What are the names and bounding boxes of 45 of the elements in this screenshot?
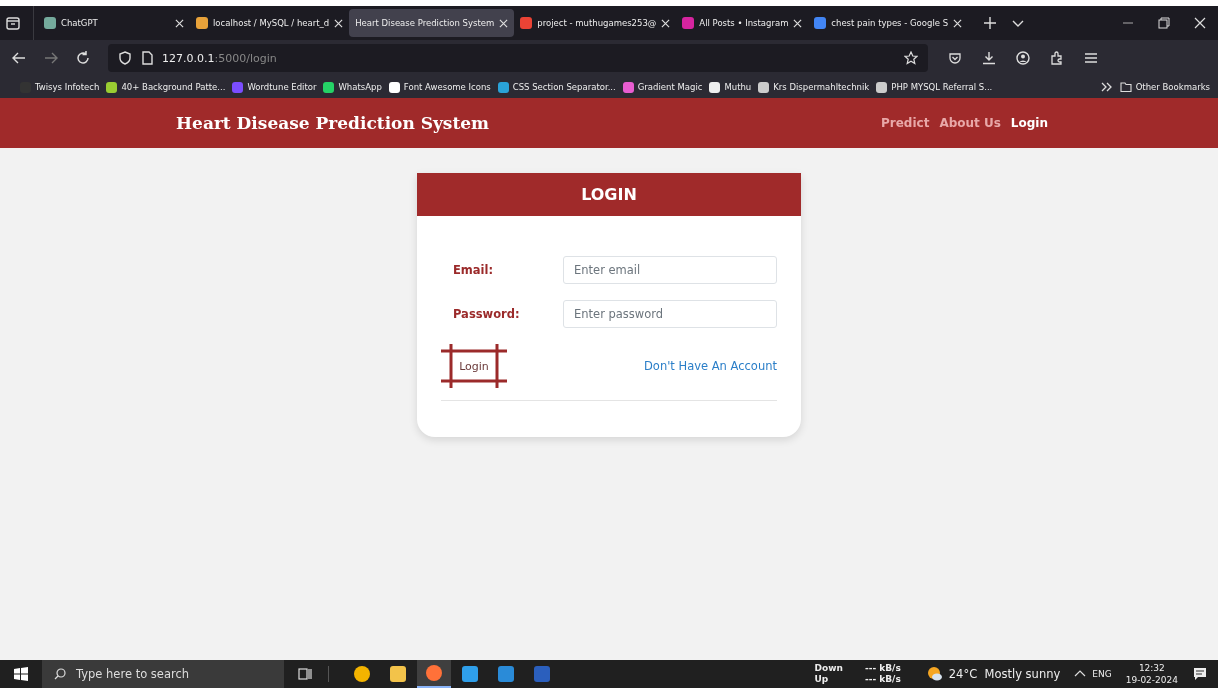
tab-title: project - muthugames253@ bbox=[537, 18, 657, 28]
bookmark-item[interactable]: Gradient Magic bbox=[622, 81, 703, 93]
browser-tab[interactable]: project - muthugames253@ bbox=[514, 9, 677, 37]
bookmark-item[interactable]: Wordtune Editor bbox=[232, 81, 317, 93]
tab-title: chest pain types - Google S bbox=[831, 18, 949, 28]
browser-tab[interactable]: localhost / MySQL / heart_d bbox=[190, 9, 350, 37]
browser-tab[interactable]: All Posts • Instagram bbox=[676, 9, 809, 37]
tab-title: ChatGPT bbox=[61, 18, 99, 28]
password-label: Password: bbox=[452, 307, 521, 321]
bookmark-item[interactable]: PHP MYSQL Referral S... bbox=[876, 81, 993, 93]
bookmark-item[interactable]: 40+ Background Patte... bbox=[106, 81, 226, 93]
language-indicator[interactable]: ENG bbox=[1092, 669, 1112, 679]
taskbar-search-field[interactable]: Type here to search bbox=[42, 660, 284, 688]
nav-link[interactable]: Login bbox=[1010, 116, 1048, 130]
clock-date[interactable]: 19-02-2024 bbox=[1125, 674, 1178, 686]
url-text: 127.0.0.1:5000/login bbox=[162, 51, 277, 65]
password-field[interactable]: Enter password bbox=[563, 300, 777, 328]
net-down-label: Down bbox=[814, 663, 843, 674]
tab-title: Heart Disease Prediction System bbox=[355, 18, 495, 28]
tab-title: localhost / MySQL / heart_d bbox=[213, 18, 330, 28]
bookmark-item[interactable]: CSS Section Separator... bbox=[497, 81, 616, 93]
nav-link[interactable]: Predict bbox=[881, 116, 930, 130]
weather-text[interactable]: 24°C Mostly sunny bbox=[948, 667, 1061, 681]
bookmark-item[interactable]: WhatsApp bbox=[323, 81, 382, 93]
browser-tab[interactable]: Heart Disease Prediction System bbox=[349, 9, 515, 37]
net-up-speed: --- kB/s bbox=[864, 674, 901, 685]
site-brand[interactable]: Heart Disease Prediction System bbox=[176, 113, 490, 133]
browser-tab[interactable]: ChatGPT bbox=[38, 9, 190, 37]
net-down-speed: --- kB/s bbox=[864, 663, 901, 674]
bookmark-item[interactable]: Font Awesome Icons bbox=[388, 81, 491, 93]
clock-time[interactable]: 12:32 bbox=[1138, 662, 1165, 674]
signup-link[interactable]: Don't Have An Account bbox=[644, 359, 777, 373]
email-label: Email: bbox=[452, 263, 495, 277]
address-bar[interactable]: 127.0.0.1:5000/login bbox=[108, 44, 928, 72]
login-title: LOGIN bbox=[581, 185, 637, 204]
tab-title: All Posts • Instagram bbox=[699, 18, 789, 28]
login-button[interactable]: Login bbox=[441, 344, 507, 388]
bookmark-item[interactable]: Muthu bbox=[709, 81, 752, 93]
email-field[interactable]: Enter email bbox=[563, 256, 777, 284]
browser-tab[interactable]: chest pain types - Google S bbox=[808, 9, 969, 37]
bookmark-item[interactable]: Twisys Infotech bbox=[20, 81, 100, 93]
net-up-label: Up bbox=[814, 674, 830, 685]
nav-link[interactable]: About Us bbox=[939, 116, 1001, 130]
bookmark-item[interactable]: Krs Dispermahltechnik bbox=[758, 81, 870, 93]
other-bookmarks-item[interactable]: Other Bookmarks bbox=[1119, 81, 1210, 93]
